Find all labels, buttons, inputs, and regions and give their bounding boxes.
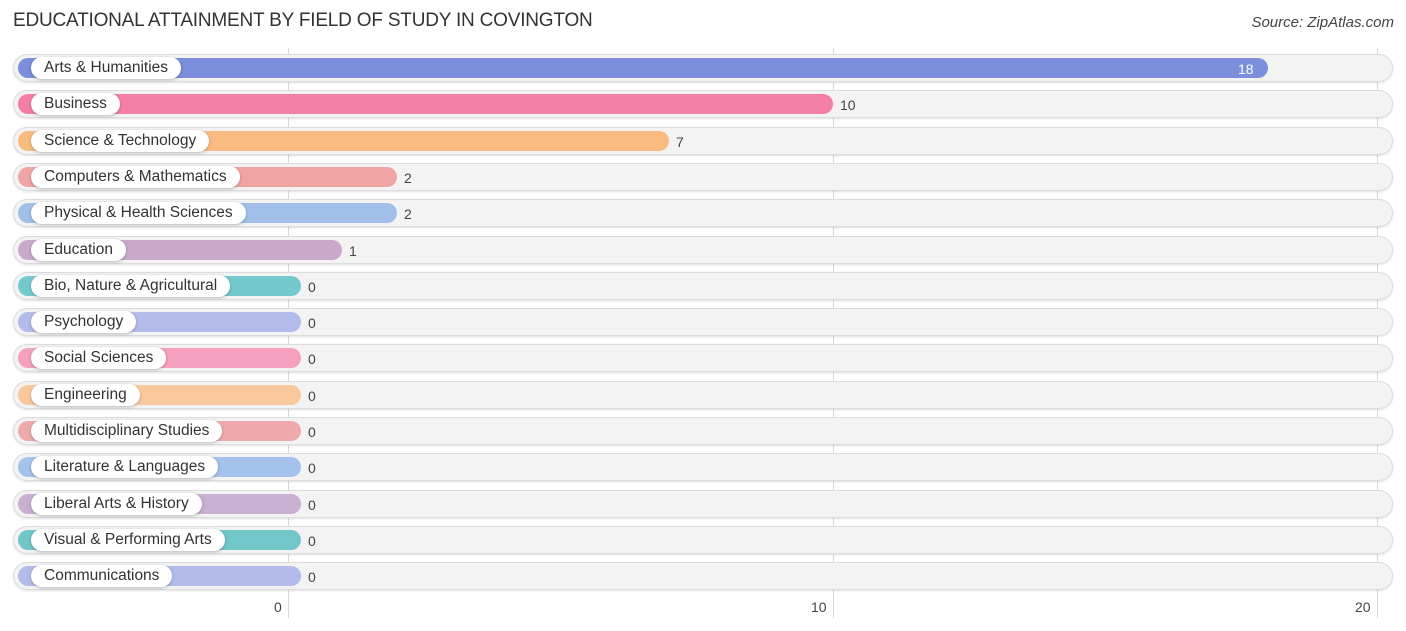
category-label: Education xyxy=(31,239,126,261)
category-label: Arts & Humanities xyxy=(31,57,182,79)
category-label: Science & Technology xyxy=(31,130,210,152)
category-label: Bio, Nature & Agricultural xyxy=(31,275,231,297)
x-tick-label: 20 xyxy=(1355,599,1371,615)
category-label: Social Sciences xyxy=(31,347,167,369)
data-label: 2 xyxy=(404,170,412,186)
data-label: 0 xyxy=(308,497,316,513)
bar[interactable] xyxy=(18,94,833,114)
x-tick-label: 0 xyxy=(274,599,282,615)
data-label: 7 xyxy=(676,134,684,150)
data-label: 0 xyxy=(308,569,316,585)
data-label: 1 xyxy=(349,243,357,259)
bar-chart: Arts & Humanities 18 Business 10 Science & T… xyxy=(0,0,1406,631)
category-label: Literature & Languages xyxy=(31,456,219,478)
category-label: Visual & Performing Arts xyxy=(31,529,225,551)
data-label: 10 xyxy=(840,97,856,113)
data-label: 0 xyxy=(308,533,316,549)
category-label: Computers & Mathematics xyxy=(31,166,240,188)
bar[interactable] xyxy=(18,58,1268,78)
data-label: 0 xyxy=(308,388,316,404)
x-tick-label: 10 xyxy=(811,599,827,615)
data-label: 0 xyxy=(308,424,316,440)
data-label: 0 xyxy=(308,351,316,367)
category-label: Psychology xyxy=(31,311,137,333)
data-label: 0 xyxy=(308,279,316,295)
category-label: Liberal Arts & History xyxy=(31,493,202,515)
data-label: 18 xyxy=(1238,61,1254,77)
category-label: Multidisciplinary Studies xyxy=(31,420,223,442)
category-label: Business xyxy=(31,93,120,115)
data-label: 0 xyxy=(308,315,316,331)
data-label: 2 xyxy=(404,206,412,222)
category-label: Communications xyxy=(31,565,173,587)
data-label: 0 xyxy=(308,460,316,476)
category-label: Engineering xyxy=(31,384,140,406)
category-label: Physical & Health Sciences xyxy=(31,202,246,224)
